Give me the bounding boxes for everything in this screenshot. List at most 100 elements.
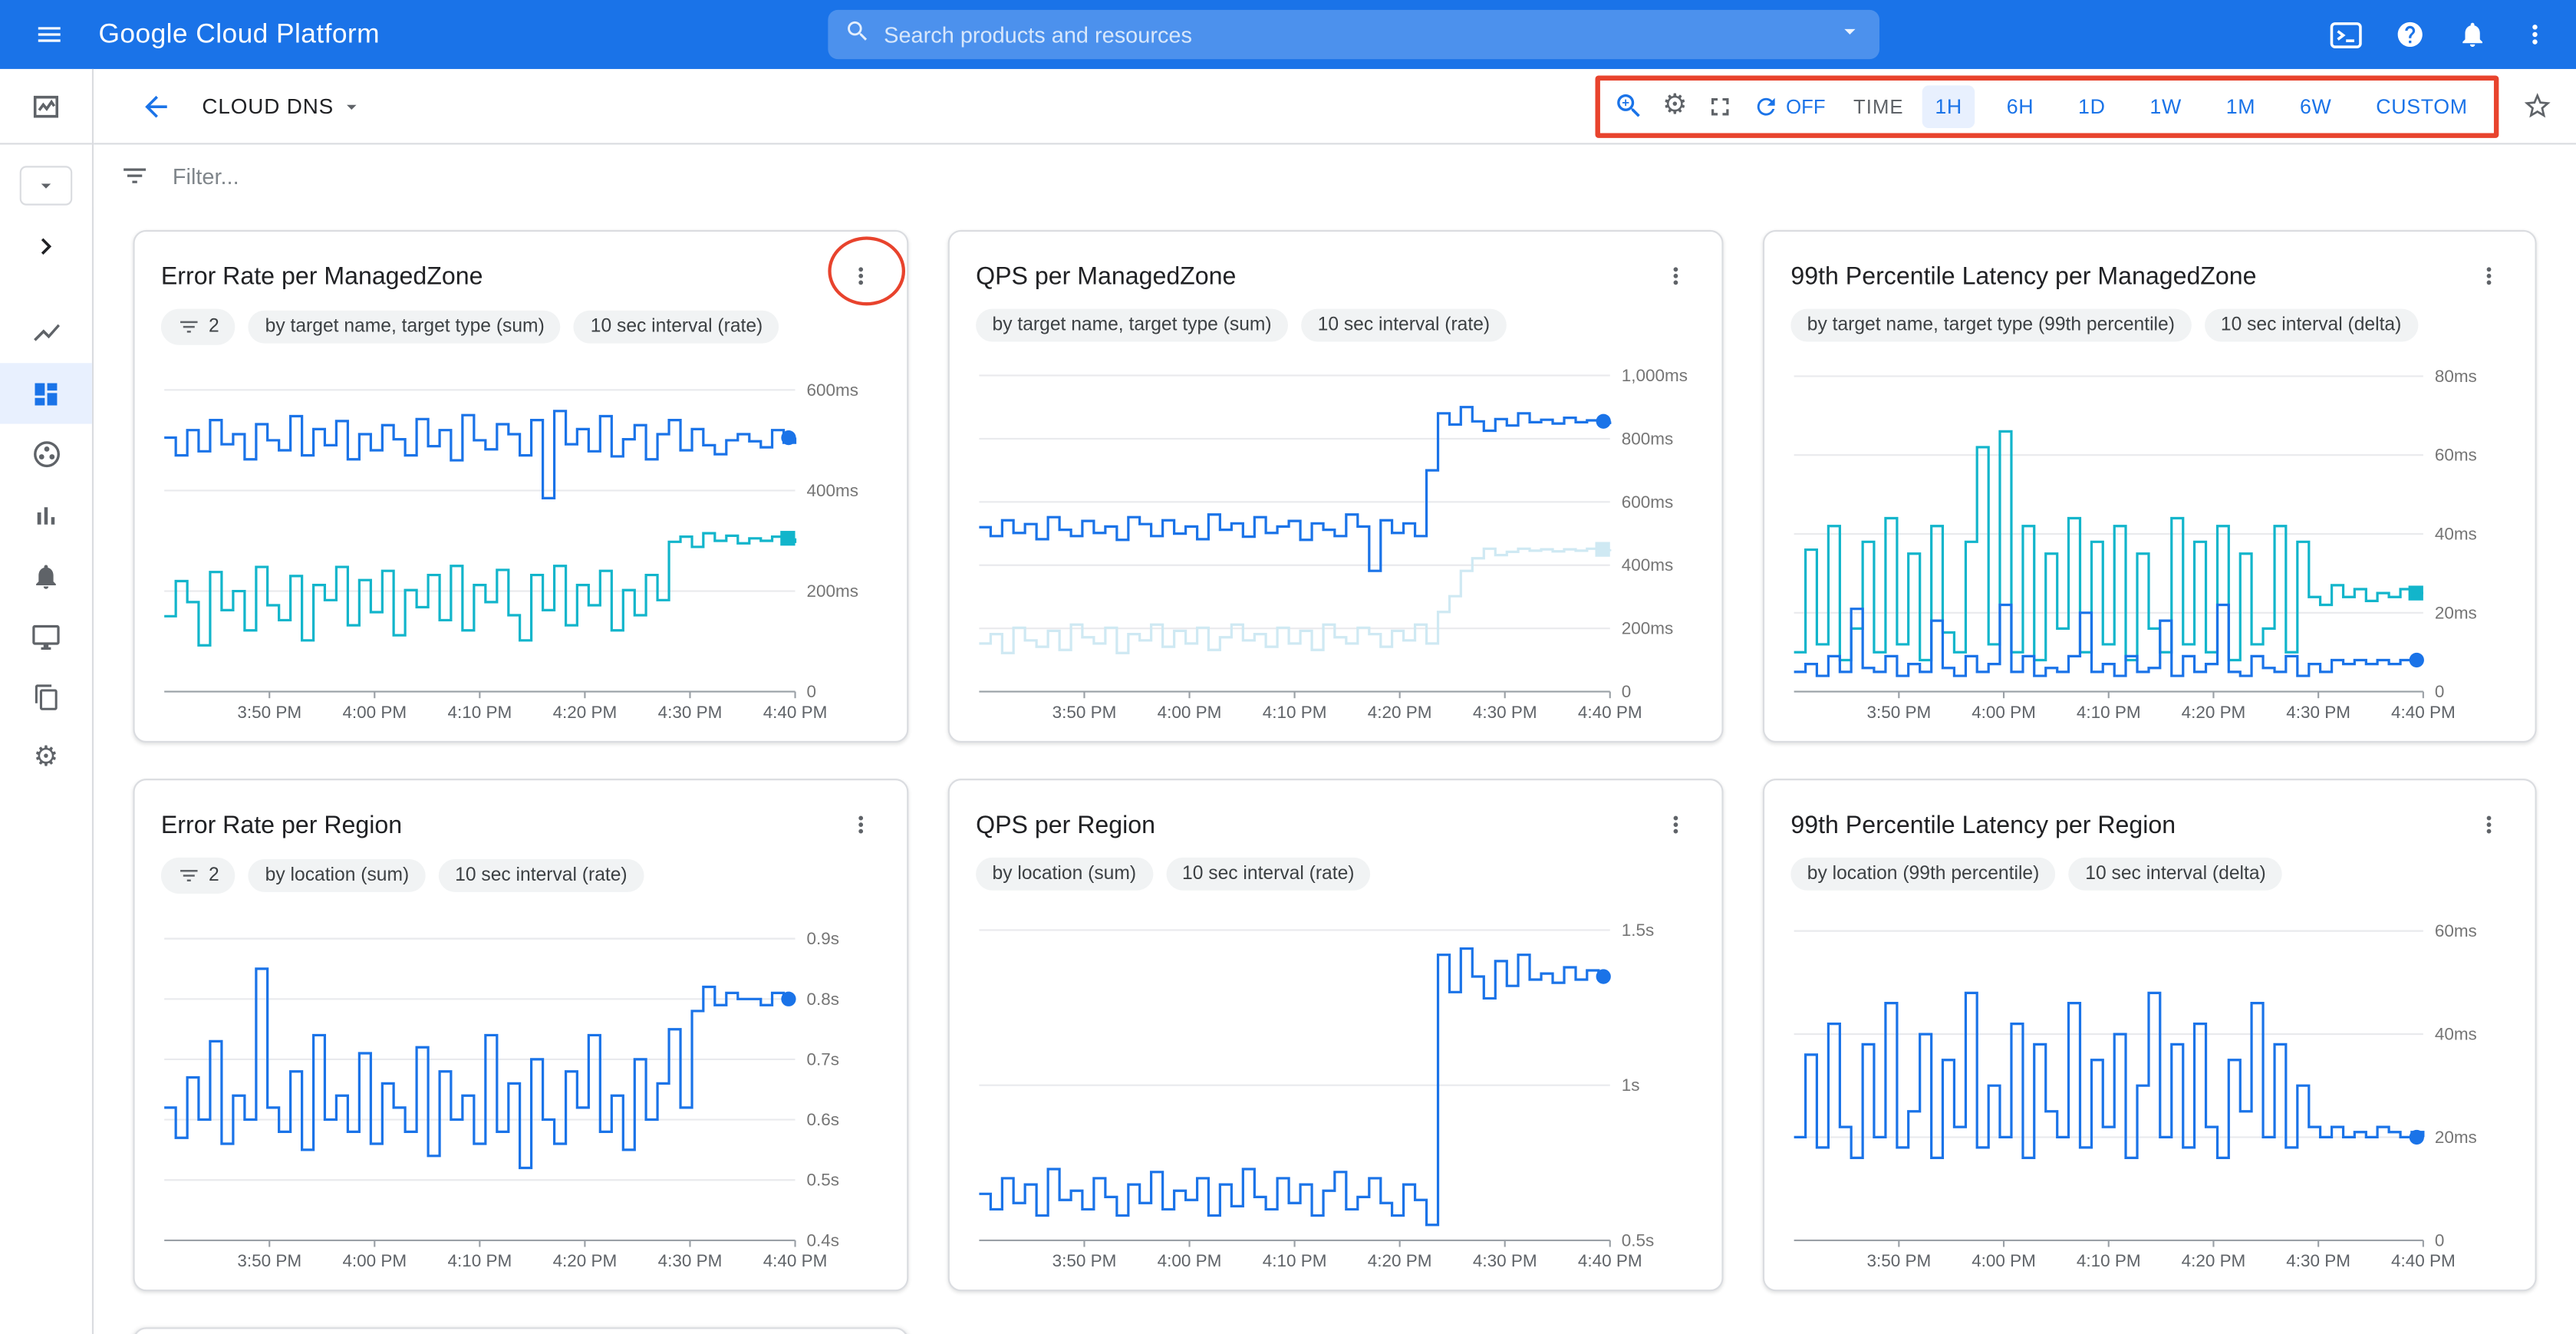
time-range-button[interactable]: 1H [1922, 84, 1975, 127]
svg-text:4:00 PM: 4:00 PM [1972, 1251, 2036, 1270]
aggregation-chip[interactable]: by target name, target type (sum) [249, 311, 561, 344]
time-range-button[interactable]: CUSTOM [2363, 84, 2481, 127]
svg-text:20ms: 20ms [2435, 603, 2477, 622]
notifications-icon[interactable] [2458, 20, 2488, 50]
svg-text:400ms: 400ms [807, 481, 858, 500]
aggregation-chip[interactable]: by location (99th percentile) [1790, 858, 2055, 891]
monitoring-logo-icon[interactable] [0, 69, 92, 145]
svg-text:4:40 PM: 4:40 PM [763, 1251, 828, 1270]
interval-chip[interactable]: 10 sec interval (rate) [439, 859, 644, 892]
chart-menu-button[interactable] [1652, 802, 1698, 848]
zoom-in-icon[interactable] [1613, 91, 1645, 122]
svg-text:4:40 PM: 4:40 PM [763, 703, 828, 722]
auto-refresh-state: OFF [1786, 94, 1825, 117]
svg-text:3:50 PM: 3:50 PM [1866, 1251, 1931, 1270]
aggregation-chip[interactable]: by target name, target type (sum) [976, 309, 1288, 342]
svg-text:800ms: 800ms [1622, 429, 1673, 448]
fullscreen-icon[interactable] [1705, 91, 1735, 121]
interval-chip[interactable]: 10 sec interval (rate) [574, 311, 779, 344]
kebab-icon [1662, 263, 1688, 289]
time-controls-annotation-box: ⚙ OFF TIME 1H 6H 1D 1W 1M [1595, 74, 2499, 137]
svg-text:600ms: 600ms [807, 380, 858, 400]
svg-text:4:30 PM: 4:30 PM [658, 703, 723, 722]
sidebar-item-services[interactable] [0, 485, 92, 545]
time-range-button[interactable]: 6W [2287, 84, 2345, 127]
expand-sidebar-button[interactable] [0, 216, 92, 276]
line-chart[interactable]: 0.9s0.8s0.7s0.6s0.5s0.4s3:50 PM4:00 PM4:… [161, 898, 884, 1280]
svg-text:4:30 PM: 4:30 PM [1473, 1251, 1537, 1270]
dashboard-grid: Error Rate per ManagedZone 2 by target n… [94, 207, 2576, 1334]
svg-text:0.8s: 0.8s [807, 990, 839, 1009]
sidebar-item-settings[interactable]: ⚙ [0, 728, 92, 789]
time-range-button[interactable]: 1W [2136, 84, 2195, 127]
sidebar-item-groups[interactable] [0, 424, 92, 485]
refresh-icon [1753, 93, 1779, 119]
sidebar-item-integrations[interactable] [0, 667, 92, 727]
dashboard-name-dropdown[interactable]: CLOUD DNS [202, 94, 363, 118]
product-title: Google Cloud Platform [98, 19, 379, 51]
svg-text:0.4s: 0.4s [807, 1230, 839, 1250]
sidebar-item-alerting[interactable] [0, 545, 92, 606]
gear-icon: ⚙ [34, 744, 59, 772]
svg-text:80ms: 80ms [2435, 367, 2477, 386]
sidebar-item-dashboards[interactable] [0, 363, 92, 423]
interval-chip[interactable]: 10 sec interval (delta) [2069, 858, 2282, 891]
search-icon [845, 17, 871, 51]
auto-refresh-toggle[interactable]: OFF [1753, 93, 1825, 119]
time-range-button[interactable]: 6H [1994, 84, 2047, 127]
interval-chip[interactable]: 10 sec interval (rate) [1301, 309, 1506, 342]
search-bar[interactable] [828, 10, 1879, 59]
aggregation-chip[interactable]: by target name, target type (99th percen… [1790, 309, 2191, 342]
chart-menu-button[interactable] [838, 802, 884, 848]
help-icon[interactable] [2395, 20, 2425, 50]
svg-text:0.9s: 0.9s [807, 929, 839, 948]
time-label: TIME [1853, 94, 1904, 117]
svg-text:4:10 PM: 4:10 PM [2077, 703, 2141, 722]
chart-title: Error Rate per Region [161, 811, 402, 838]
interval-chip[interactable]: 10 sec interval (delta) [2204, 309, 2417, 342]
chart-card: 99th Percentile Latency per ManagedZone … [1763, 230, 2537, 743]
line-chart[interactable]: 1.5s1s0.5s3:50 PM4:00 PM4:10 PM4:20 PM4:… [976, 895, 1698, 1280]
search-dropdown-chevron-icon[interactable] [1836, 17, 1863, 51]
svg-text:4:30 PM: 4:30 PM [2286, 1251, 2350, 1270]
sidebar-item-uptime-checks[interactable] [0, 606, 92, 667]
line-chart[interactable]: 80ms60ms40ms20ms03:50 PM4:00 PM4:10 PM4:… [1790, 347, 2512, 731]
chart-menu-button[interactable] [1652, 253, 1698, 299]
svg-text:4:20 PM: 4:20 PM [1368, 703, 1432, 722]
svg-text:0.5s: 0.5s [807, 1171, 839, 1190]
aggregation-chip[interactable]: by location (sum) [976, 858, 1152, 891]
sidebar-item-metrics-explorer[interactable] [0, 302, 92, 363]
filter-input[interactable] [173, 163, 830, 188]
svg-text:4:20 PM: 4:20 PM [2182, 703, 2246, 722]
back-button[interactable] [140, 90, 173, 123]
menu-icon[interactable] [26, 12, 72, 58]
filter-count-chip[interactable]: 2 [161, 858, 236, 894]
search-input[interactable] [884, 22, 1823, 47]
line-chart[interactable]: 1,000ms800ms600ms400ms200ms03:50 PM4:00 … [976, 347, 1698, 731]
settings-gear-icon[interactable]: ⚙ [1662, 92, 1688, 120]
cloud-shell-icon[interactable] [2330, 21, 2363, 48]
line-chart[interactable]: 60ms40ms20ms03:50 PM4:00 PM4:10 PM4:20 P… [1790, 895, 2512, 1280]
chart-menu-button[interactable] [838, 253, 884, 299]
chart-card: QPS per ManagedZone by target name, targ… [948, 230, 1724, 743]
chart-title: QPS per ManagedZone [976, 262, 1236, 290]
time-range-button[interactable]: 1D [2065, 84, 2119, 127]
chart-menu-button[interactable] [2466, 253, 2512, 299]
aggregation-chip[interactable]: by location (sum) [249, 859, 425, 892]
svg-text:0: 0 [807, 682, 817, 701]
kebab-icon [848, 263, 874, 289]
svg-text:20ms: 20ms [2435, 1128, 2477, 1147]
workspace-selector[interactable] [20, 166, 73, 205]
chart-title: 99th Percentile Latency per ManagedZone [1790, 262, 2256, 290]
svg-text:40ms: 40ms [2435, 1025, 2477, 1044]
kebab-icon [2476, 812, 2502, 838]
time-range-button[interactable]: 1M [2213, 84, 2269, 127]
filter-list-icon [177, 315, 200, 338]
more-options-icon[interactable] [2520, 20, 2550, 50]
filter-count-chip[interactable]: 2 [161, 309, 236, 345]
chart-menu-button[interactable] [2466, 802, 2512, 848]
line-chart[interactable]: 600ms400ms200ms03:50 PM4:00 PM4:10 PM4:2… [161, 350, 884, 731]
interval-chip[interactable]: 10 sec interval (rate) [1166, 858, 1371, 891]
svg-text:600ms: 600ms [1622, 492, 1673, 512]
star-icon[interactable] [2522, 91, 2553, 122]
